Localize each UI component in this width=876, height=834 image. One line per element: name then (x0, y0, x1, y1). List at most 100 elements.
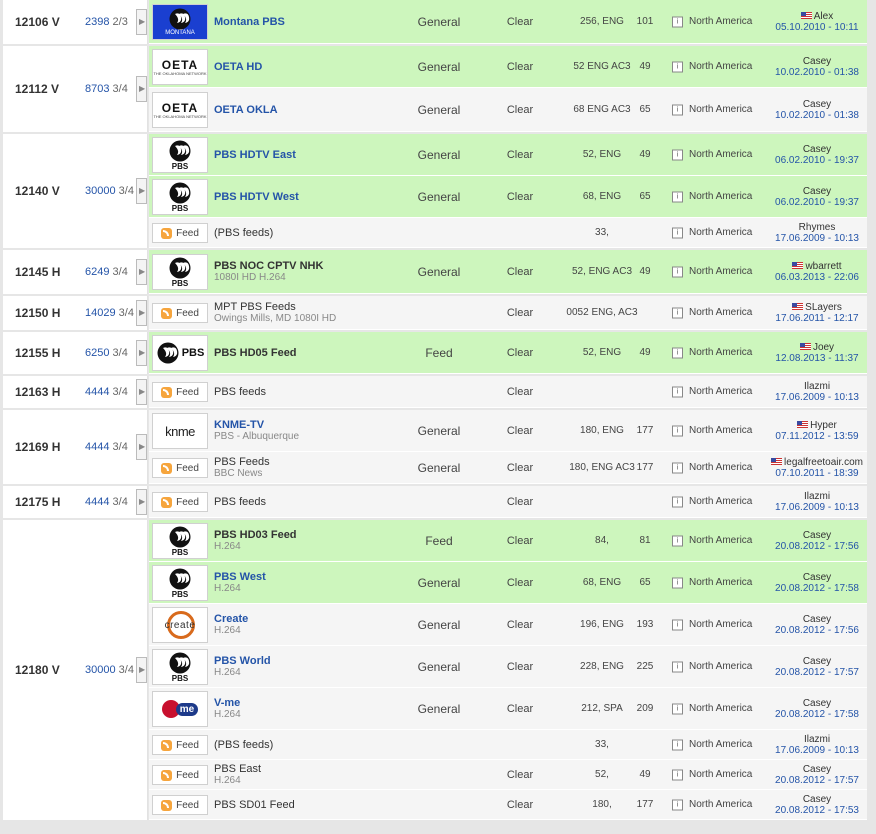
feed-button[interactable]: Feed (152, 765, 208, 785)
feed-button[interactable]: Feed (152, 303, 208, 323)
username[interactable]: Casey (767, 764, 867, 775)
info-icon[interactable]: i (672, 61, 683, 72)
channel-name[interactable]: PBS HDTV West (214, 191, 299, 203)
expand-arrow-button[interactable]: ▶ (136, 9, 147, 35)
feed-button[interactable]: Feed (152, 492, 208, 512)
channel-logo[interactable]: PBS (152, 254, 208, 290)
username[interactable]: Ilazmi (767, 381, 867, 392)
info-icon[interactable]: i (672, 799, 683, 810)
feed-button[interactable]: Feed (152, 382, 208, 402)
channel-name[interactable]: Montana PBS (214, 16, 285, 28)
channel-name[interactable]: OETA HD (214, 61, 262, 73)
info-icon[interactable]: i (672, 535, 683, 546)
username[interactable]: Rhymes (767, 222, 867, 233)
info-icon[interactable]: i (672, 227, 683, 238)
channel-logo[interactable]: PBS (152, 335, 208, 371)
expand-arrow-button[interactable]: ▶ (136, 259, 147, 285)
username[interactable]: wbarrett (767, 261, 867, 272)
channel-name[interactable]: PBS HD05 Feed (214, 347, 297, 359)
expand-arrow-button[interactable]: ▶ (136, 434, 147, 460)
info-icon[interactable]: i (672, 769, 683, 780)
symbol-rate-link[interactable]: 8703 (85, 83, 109, 95)
info-icon[interactable]: i (672, 462, 683, 473)
symbol-rate-link[interactable]: 6250 (85, 347, 109, 359)
info-icon[interactable]: i (672, 347, 683, 358)
channel-logo[interactable]: me (152, 691, 208, 727)
symbol-rate-link[interactable]: 2398 (85, 16, 109, 28)
expand-arrow-button[interactable]: ▶ (136, 489, 147, 515)
info-icon[interactable]: i (672, 191, 683, 202)
channel-logo[interactable]: knme (152, 413, 208, 449)
channel-name[interactable]: PBS NOC CPTV NHK (214, 260, 323, 272)
feed-button[interactable]: Feed (152, 795, 208, 815)
channel-name[interactable]: V-me (214, 697, 240, 709)
info-icon[interactable]: i (672, 386, 683, 397)
channel-name[interactable]: KNME-TV (214, 419, 264, 431)
channel-name[interactable]: PBS HD03 Feed (214, 529, 297, 541)
info-icon[interactable]: i (672, 577, 683, 588)
channel-logo[interactable]: OETA THE OKLAHOMA NETWORK (152, 92, 208, 128)
symbol-rate-link[interactable]: 4444 (85, 441, 109, 453)
feed-button[interactable]: Feed (152, 735, 208, 755)
info-icon[interactable]: i (672, 266, 683, 277)
username[interactable]: Hyper (767, 420, 867, 431)
info-icon[interactable]: i (672, 619, 683, 630)
info-icon[interactable]: i (672, 703, 683, 714)
symbol-rate-link[interactable]: 4444 (85, 386, 109, 398)
info-icon[interactable]: i (672, 149, 683, 160)
channel-logo[interactable]: PBS (152, 179, 208, 215)
channel-logo[interactable]: create (152, 607, 208, 643)
channel-logo[interactable]: MONTANA (152, 4, 208, 40)
updated-by-cell: Hyper 07.11.2012 - 13:59 (767, 420, 867, 442)
info-icon[interactable]: i (672, 104, 683, 115)
expand-arrow-button[interactable]: ▶ (136, 379, 147, 405)
genre-cell: General (417, 460, 461, 475)
info-icon[interactable]: i (672, 307, 683, 318)
username[interactable]: legalfreetoair.com (767, 457, 867, 468)
username[interactable]: Casey (767, 144, 867, 155)
channel-logo[interactable]: OETA THE OKLAHOMA NETWORK (152, 49, 208, 85)
feed-button[interactable]: Feed (152, 223, 208, 243)
knme-logo-text: knme (165, 423, 195, 439)
username[interactable]: Ilazmi (767, 734, 867, 745)
channel-name[interactable]: PBS World (214, 655, 271, 667)
channel-name[interactable]: OETA OKLA (214, 104, 278, 116)
username[interactable]: Joey (767, 342, 867, 353)
channel-logo[interactable]: PBS (152, 565, 208, 601)
username[interactable]: Casey (767, 99, 867, 110)
username[interactable]: Alex (767, 11, 867, 22)
info-icon[interactable]: i (672, 425, 683, 436)
username[interactable]: Casey (767, 572, 867, 583)
expand-arrow-button[interactable]: ▶ (136, 657, 147, 683)
username[interactable]: Ilazmi (767, 491, 867, 502)
expand-arrow-button[interactable]: ▶ (136, 340, 147, 366)
channel-logo[interactable]: PBS (152, 649, 208, 685)
feed-button[interactable]: Feed (152, 458, 208, 478)
username[interactable]: Casey (767, 794, 867, 805)
symbol-rate-link[interactable]: 30000 (85, 664, 116, 676)
expand-arrow-button[interactable]: ▶ (136, 300, 147, 326)
channel-name[interactable]: PBS HDTV East (214, 149, 296, 161)
username[interactable]: Casey (767, 186, 867, 197)
symbol-rate-link[interactable]: 14029 (85, 307, 116, 319)
pbs-logo-text: PBS (171, 673, 189, 683)
username[interactable]: Casey (767, 614, 867, 625)
symbol-rate-link[interactable]: 30000 (85, 185, 116, 197)
username[interactable]: Casey (767, 530, 867, 541)
channel-logo[interactable]: PBS (152, 523, 208, 559)
expand-arrow-button[interactable]: ▶ (136, 76, 147, 102)
info-icon[interactable]: i (672, 739, 683, 750)
expand-arrow-button[interactable]: ▶ (136, 178, 147, 204)
username[interactable]: Casey (767, 56, 867, 67)
username[interactable]: Casey (767, 656, 867, 667)
symbol-rate-link[interactable]: 4444 (85, 496, 109, 508)
channel-name[interactable]: PBS West (214, 571, 266, 583)
channel-logo[interactable]: PBS (152, 137, 208, 173)
username[interactable]: SLayers (767, 302, 867, 313)
username[interactable]: Casey (767, 698, 867, 709)
channel-name[interactable]: Create (214, 613, 248, 625)
info-icon[interactable]: i (672, 16, 683, 27)
symbol-rate-link[interactable]: 6249 (85, 266, 109, 278)
info-icon[interactable]: i (672, 661, 683, 672)
info-icon[interactable]: i (672, 496, 683, 507)
